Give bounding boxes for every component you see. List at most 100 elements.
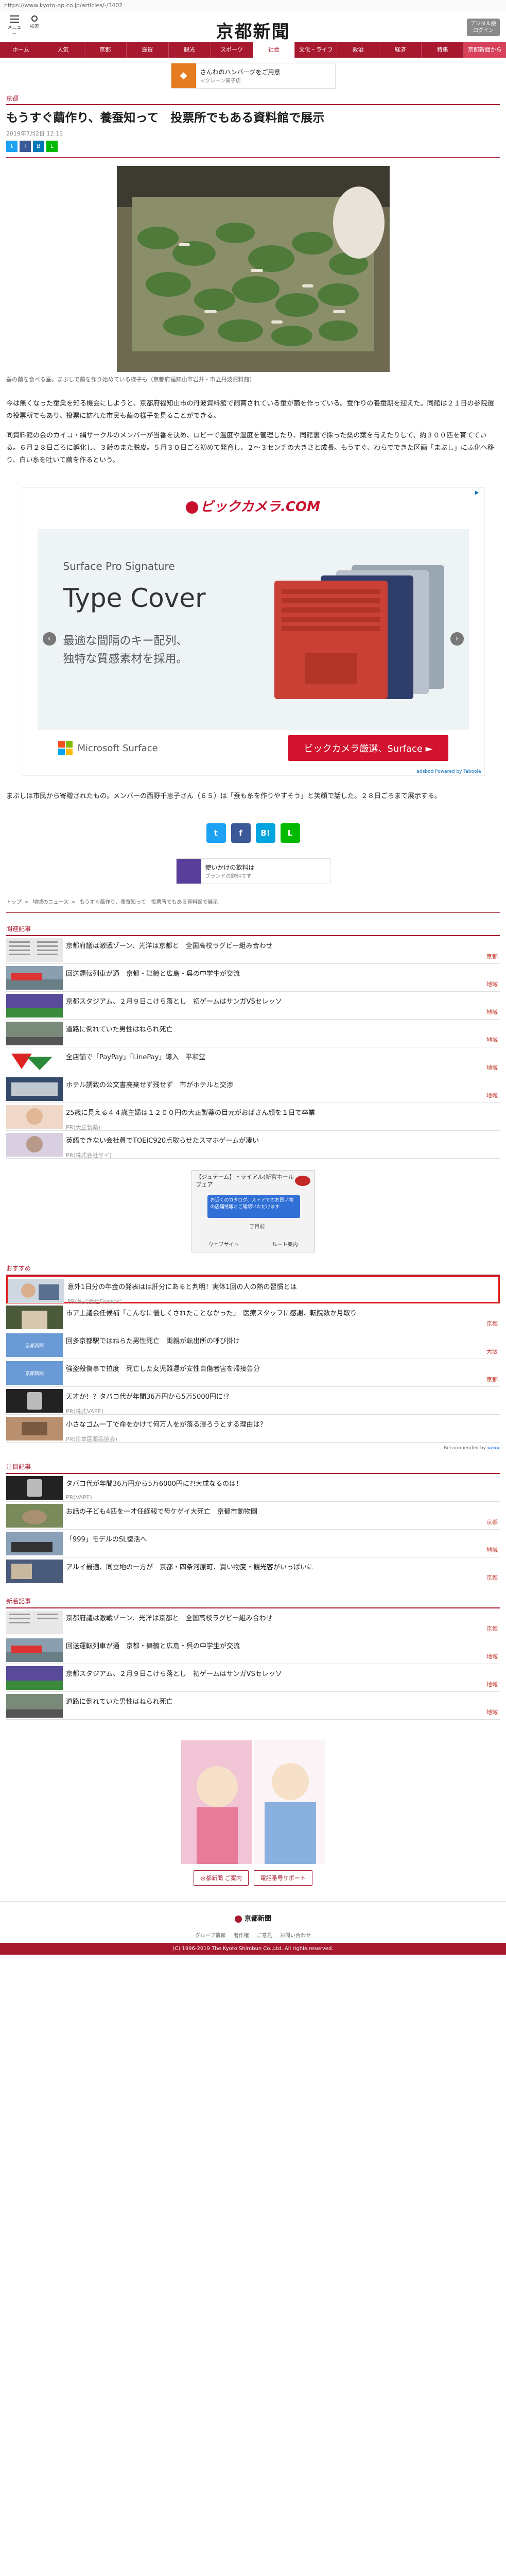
list-item[interactable]: 道路に倒れていた男性はねられ死亡 地域 [6, 1692, 500, 1720]
ad-banner[interactable]: Surface Pro Signature Type Cover 最適な間隔のキ… [37, 529, 469, 731]
ad-cta-button[interactable]: ビックカメラ厳選、Surface ► [288, 735, 448, 761]
carousel-next-icon[interactable]: › [450, 632, 464, 646]
map-ad-title: 【ジュテーム】トライアル(新宮ホール [196, 1174, 294, 1181]
nav-economy[interactable]: 経済 [379, 42, 422, 58]
nav-culture[interactable]: 文化・ライフ [295, 42, 338, 58]
list-item[interactable]: 京都新聞 強盗殺傷事で拉度 死亡した女児難運が安性自傷者害を帰接告分 京都 [6, 1359, 500, 1387]
mid-ad[interactable]: 使いかけの飲料は ブランドの飲料です [176, 858, 330, 885]
thumbnail [6, 938, 63, 962]
footer-link-group[interactable]: グループ情報 [195, 1933, 225, 1939]
thumbnail [6, 1560, 63, 1584]
list-item[interactable]: 25歳に見える４４歳主婦は１２００円の大正製薬の目元がおばさん顔を１日で卒業 PR… [6, 1103, 500, 1131]
recommended-articles: おすすめ 意外1日分の年金の発表はは肝分にあると判明！実体1回の人の熱の習慣とは… [6, 1264, 500, 1451]
facebook-share-icon[interactable]: f [20, 141, 31, 152]
twitter-share-button[interactable]: t [206, 823, 226, 843]
line-share-button[interactable]: L [280, 823, 300, 843]
item-title: 小さなゴム一丁で命をかけて何万人をが落る浸ろうとする理由は？ [66, 1421, 267, 1429]
list-item[interactable]: 小さなゴム一丁で命をかけて何万人をが落る浸ろうとする理由は？ PR(日本医薬品協会… [6, 1415, 500, 1443]
bigcamera-ad[interactable]: ▶ ビックカメラ.COM Surface Pro Signature Type … [21, 487, 485, 776]
ad-choices-icon[interactable]: ▶ [475, 490, 479, 496]
list-item[interactable]: 京都府議は激戦ゾーン、光洋は京都と 全国高校ラグビー組み合わせ 京都 [6, 1608, 500, 1637]
nav-shiga[interactable]: 滋賀 [127, 42, 169, 58]
twitter-share-icon[interactable]: t [6, 141, 18, 152]
search-button[interactable]: 検索 [27, 15, 42, 29]
list-item[interactable]: 天才か！？タバコ代が年間36万円から5万5000円に!? PR(株式VAPE) [6, 1387, 500, 1415]
recommend-powered[interactable]: Recommended by uzou [6, 1446, 500, 1451]
list-item[interactable]: 京都スタジアム、２月９日こけら落とし 初ゲームはサンガVSセレッソ 地域 [6, 992, 500, 1020]
list-item[interactable]: 全店舗で「PayPay」「LinePay」導入 平和堂 地域 [6, 1047, 500, 1076]
item-tag: 京都 [486, 953, 498, 960]
list-item[interactable]: 回送運転列車が通 京都・舞鶴と広島・呉の中学生が交流 地域 [6, 964, 500, 992]
nav-from-paper[interactable]: 京都新聞から [464, 42, 506, 58]
site-header: メニュー 検索 京都新聞 デジタル版 ログイン [0, 11, 506, 42]
nav-politics[interactable]: 政治 [337, 42, 380, 58]
list-item[interactable]: 「999」モデルのSL復活へ 地域 [6, 1530, 500, 1558]
list-item[interactable]: お話の子ども4匹を一才任経報で母ケゲイ大死亡 京都市動物園 京都 [6, 1502, 500, 1530]
breadcrumb-top[interactable]: トップ [6, 900, 22, 905]
item-tag: 京都 [486, 1574, 498, 1582]
section-label[interactable]: 京都 [6, 94, 500, 105]
breadcrumb-region[interactable]: 地域のニュース [33, 900, 69, 905]
item-pr: PR(日本医薬品協会) [66, 1436, 117, 1443]
menu-button[interactable]: メニュー [6, 15, 23, 37]
bottom-ad[interactable] [181, 1740, 325, 1865]
list-item[interactable]: アルイ最適、同立地の一方が 京都・四条河原町、買い物変・観光客がいっぱいに 京都 [6, 1557, 500, 1586]
top-ad[interactable]: ◆ さんわのハンバーグをご用意 マクレーン菓子店 [170, 63, 336, 89]
nav-home[interactable]: ホーム [0, 42, 42, 58]
item-tag: 地域 [486, 1547, 498, 1554]
line-share-icon[interactable]: L [46, 141, 58, 152]
item-title: お話の子ども4匹を一才任経報で母ケゲイ大死亡 京都市動物園 [66, 1508, 258, 1516]
list-item[interactable]: 京都新聞 回多京都駅ではねらた男性死亡 両親が転出所の呼び掛け 大阪 [6, 1331, 500, 1360]
ad-line-4: 独特な質感素材を採用。 [63, 653, 188, 666]
footer-logo[interactable]: 京都新聞 [0, 1902, 506, 1931]
footer-link-feedback[interactable]: ご意見 [257, 1933, 272, 1939]
guide-button[interactable]: 京都新聞 ご案内 [194, 1870, 249, 1886]
list-item[interactable]: 意外1日分の年金の発表はは肝分にあると判明！実体1回の人の熱の習慣とは PR(株式… [6, 1276, 500, 1305]
category-nav: ホーム 人気 京都 滋賀 観光 スポーツ 社会 文化・ライフ 政治 経済 特集 … [0, 42, 506, 58]
item-title: 京都スタジアム、２月９日こけら落とし 初ゲームはサンガVSセレッソ [66, 1670, 282, 1679]
ad-line-2: Type Cover [63, 583, 206, 614]
thumbnail [6, 1504, 63, 1528]
nav-sports[interactable]: スポーツ [211, 42, 253, 58]
map-ad-sub: ブェア [196, 1181, 213, 1189]
carousel-prev-icon[interactable]: ‹ [42, 632, 56, 646]
list-item[interactable]: 回送運転列車が通 京都・舞鶴と広島・呉の中学生が交流 地域 [6, 1636, 500, 1665]
nav-kyoto[interactable]: 京都 [84, 42, 127, 58]
list-item[interactable]: 京都府議は激戦ゾーン、光洋は京都と 全国高校ラグビー組み合わせ 京都 [6, 936, 500, 964]
item-title: タバコ代が年間36万円から5万6000円に?!大成なるのは！ [66, 1480, 243, 1488]
ad-image-right [254, 1740, 325, 1865]
list-item[interactable]: ホテル誘致の公文書廃棄せず残せず 市がホテルと交渉 地域 [6, 1075, 500, 1104]
thumbnail [6, 1638, 63, 1663]
thumbnail [8, 1279, 64, 1303]
nav-society[interactable]: 社会 [253, 42, 295, 58]
site-logo[interactable]: 京都新聞 [216, 18, 290, 43]
login-label: ログイン [473, 28, 494, 33]
footer-link-contact[interactable]: お問い合わせ [280, 1933, 311, 1939]
nav-popular[interactable]: 人気 [42, 42, 84, 58]
digital-login-button[interactable]: デジタル版 ログイン [467, 19, 500, 36]
website-button[interactable]: ウェブサイト [208, 1240, 239, 1248]
facebook-share-button[interactable]: f [231, 823, 251, 843]
list-item[interactable]: 京都スタジアム、２月９日こけら落とし 初ゲームはサンガVSセレッソ 地域 [6, 1664, 500, 1692]
ad-icon [176, 859, 201, 884]
nav-tourism[interactable]: 観光 [169, 42, 211, 58]
hatena-share-icon[interactable]: B [33, 141, 44, 152]
support-button[interactable]: 電話番号サポート [253, 1870, 312, 1886]
article-photo[interactable] [116, 166, 390, 372]
list-item[interactable]: 英語できない会社員でTOEIC920点取らせたスマホゲームが凄い PR(株式会社サ… [6, 1131, 500, 1159]
hatena-share-button[interactable]: B! [255, 823, 275, 843]
nav-feature[interactable]: 特集 [422, 42, 464, 58]
list-item[interactable]: タバコ代が年間36万円から5万6000円に?!大成なるのは！ PR(VAPE) [6, 1474, 500, 1502]
address-bar[interactable]: https://www.kyoto-np.co.jp/articles/-/34… [0, 0, 506, 11]
item-title: 英語できない会社員でTOEIC920点取らせたスマホゲームが凄い [66, 1137, 259, 1145]
map-ad[interactable]: 【ジュテーム】トライアル(新宮ホール ブェア お近くのカタログ、ストアでのお買い物… [191, 1170, 315, 1253]
ad-powered[interactable]: adsbod Powered by Taboola [417, 769, 481, 774]
item-pr: PR(大正製薬) [66, 1124, 100, 1131]
item-title: 回多京都駅ではねらた男性死亡 両親が転出所の呼び掛け [66, 1337, 240, 1346]
list-item[interactable]: 道路に倒れていた男性はねられ死亡 地域 [6, 1020, 500, 1048]
footer-link-copyright[interactable]: 著作権 [234, 1933, 249, 1939]
thumbnail [6, 1611, 63, 1635]
thumbnail [6, 1133, 63, 1157]
route-button[interactable]: ルート案内 [272, 1240, 298, 1248]
list-item[interactable]: 市ア上議会任候補「こんなに優しくされたことなかった」 医療スタッフに感謝、転院数… [6, 1303, 500, 1332]
